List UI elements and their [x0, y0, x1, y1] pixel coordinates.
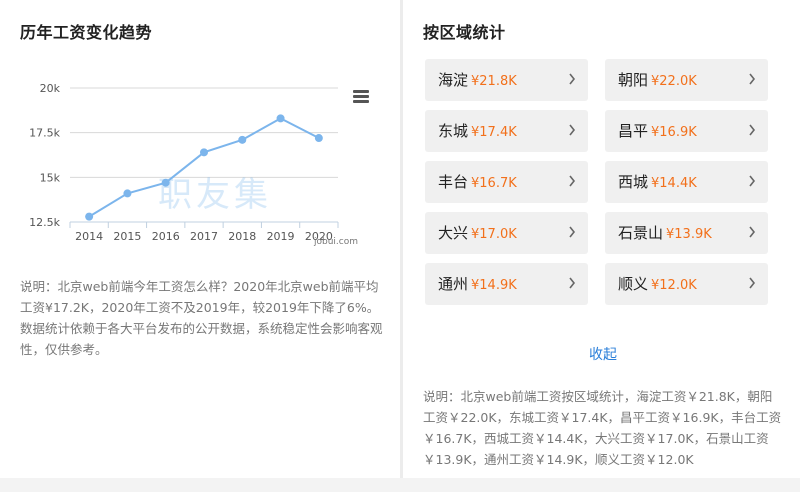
region-salary: ¥14.4K: [651, 176, 697, 191]
region-salary: ¥16.9K: [651, 125, 697, 140]
region-stats-panel: 按区域统计 海淀 ¥21.8K 朝阳 ¥22.0K 东城 ¥17.4K 昌平 ¥16.9…: [403, 0, 800, 478]
data-point: [161, 178, 170, 187]
region-name: 大兴: [438, 224, 469, 242]
x-tick-label: 2019: [267, 230, 295, 243]
chevron-right-icon: [749, 277, 756, 289]
region-salary: ¥17.4K: [471, 125, 517, 140]
region-salary: ¥14.9K: [471, 278, 517, 293]
region-card-shijingshan[interactable]: 石景山 ¥13.9K: [605, 212, 768, 254]
x-tick-label: 2017: [190, 230, 218, 243]
region-name: 顺义: [618, 275, 649, 293]
salary-trend-title: 历年工资变化趋势: [20, 23, 153, 42]
y-tick-label: 15k: [40, 171, 61, 184]
region-name: 昌平: [618, 122, 649, 140]
region-card-daxing[interactable]: 大兴 ¥17.0K: [425, 212, 588, 254]
region-card-shunyi[interactable]: 顺义 ¥12.0K: [605, 263, 768, 305]
region-card-tongzhou[interactable]: 通州 ¥14.9K: [425, 263, 588, 305]
x-tick-label: 2016: [152, 230, 180, 243]
region-card-changping[interactable]: 昌平 ¥16.9K: [605, 110, 768, 152]
hamburger-menu-icon[interactable]: [352, 90, 370, 104]
region-salary: ¥22.0K: [651, 74, 697, 89]
data-point: [238, 135, 247, 144]
region-salary: ¥21.8K: [471, 74, 517, 89]
chart-watermark: 职友集: [158, 175, 272, 215]
chevron-right-icon: [749, 73, 756, 85]
data-point: [276, 114, 285, 123]
region-salary: ¥17.0K: [471, 227, 517, 242]
chevron-right-icon: [569, 277, 576, 289]
region-name: 通州: [438, 275, 469, 293]
region-salary: ¥13.9K: [666, 227, 712, 242]
data-point: [314, 134, 323, 143]
y-tick-label: 17.5k: [29, 127, 60, 140]
region-salary: ¥12.0K: [651, 278, 697, 293]
y-tick-label: 12.5k: [29, 216, 60, 229]
salary-trend-panel: 历年工资变化趋势 12.5k 15k 17.5k 20k 2014 2015 2016 201…: [0, 0, 400, 478]
chevron-right-icon: [569, 175, 576, 187]
region-stats-description: 说明：北京web前端工资按区域统计，海淀工资￥21.8K，朝阳工资￥22.0K，…: [423, 389, 782, 467]
x-tick-label: 2014: [75, 230, 103, 243]
region-card-chaoyang[interactable]: 朝阳 ¥22.0K: [605, 59, 768, 101]
data-point: [85, 212, 94, 221]
region-stats-title: 按区域统计: [423, 23, 506, 42]
salary-trend-description: 说明：北京web前端今年工资怎么样？2020年北京web前端平均工资¥17.2K…: [20, 279, 383, 357]
x-tick-label: 2018: [228, 230, 256, 243]
region-card-dongcheng[interactable]: 东城 ¥17.4K: [425, 110, 588, 152]
data-point: [123, 189, 132, 198]
region-card-fengtai[interactable]: 丰台 ¥16.7K: [425, 161, 588, 203]
region-name: 朝阳: [618, 71, 649, 89]
chevron-right-icon: [569, 73, 576, 85]
region-name: 丰台: [438, 173, 469, 191]
region-salary: ¥16.7K: [471, 176, 517, 191]
chevron-right-icon: [569, 124, 576, 136]
chevron-right-icon: [749, 175, 756, 187]
salary-trend-chart: 12.5k 15k 17.5k 20k 2014 2015 2016 2017 2018 2019…: [29, 82, 358, 247]
chevron-right-icon: [749, 124, 756, 136]
region-card-xicheng[interactable]: 西城 ¥14.4K: [605, 161, 768, 203]
region-name: 东城: [438, 122, 469, 140]
chevron-right-icon: [569, 226, 576, 238]
chart-credit: jobui.com: [313, 237, 358, 247]
chevron-right-icon: [749, 226, 756, 238]
region-name: 西城: [618, 173, 649, 191]
data-point: [200, 148, 208, 157]
collapse-link[interactable]: 收起: [589, 344, 617, 364]
y-tick-label: 20k: [40, 82, 61, 95]
region-name: 石景山: [618, 224, 664, 242]
region-card-haidian[interactable]: 海淀 ¥21.8K: [425, 59, 588, 101]
x-tick-label: 2015: [113, 230, 141, 243]
region-name: 海淀: [438, 71, 469, 89]
